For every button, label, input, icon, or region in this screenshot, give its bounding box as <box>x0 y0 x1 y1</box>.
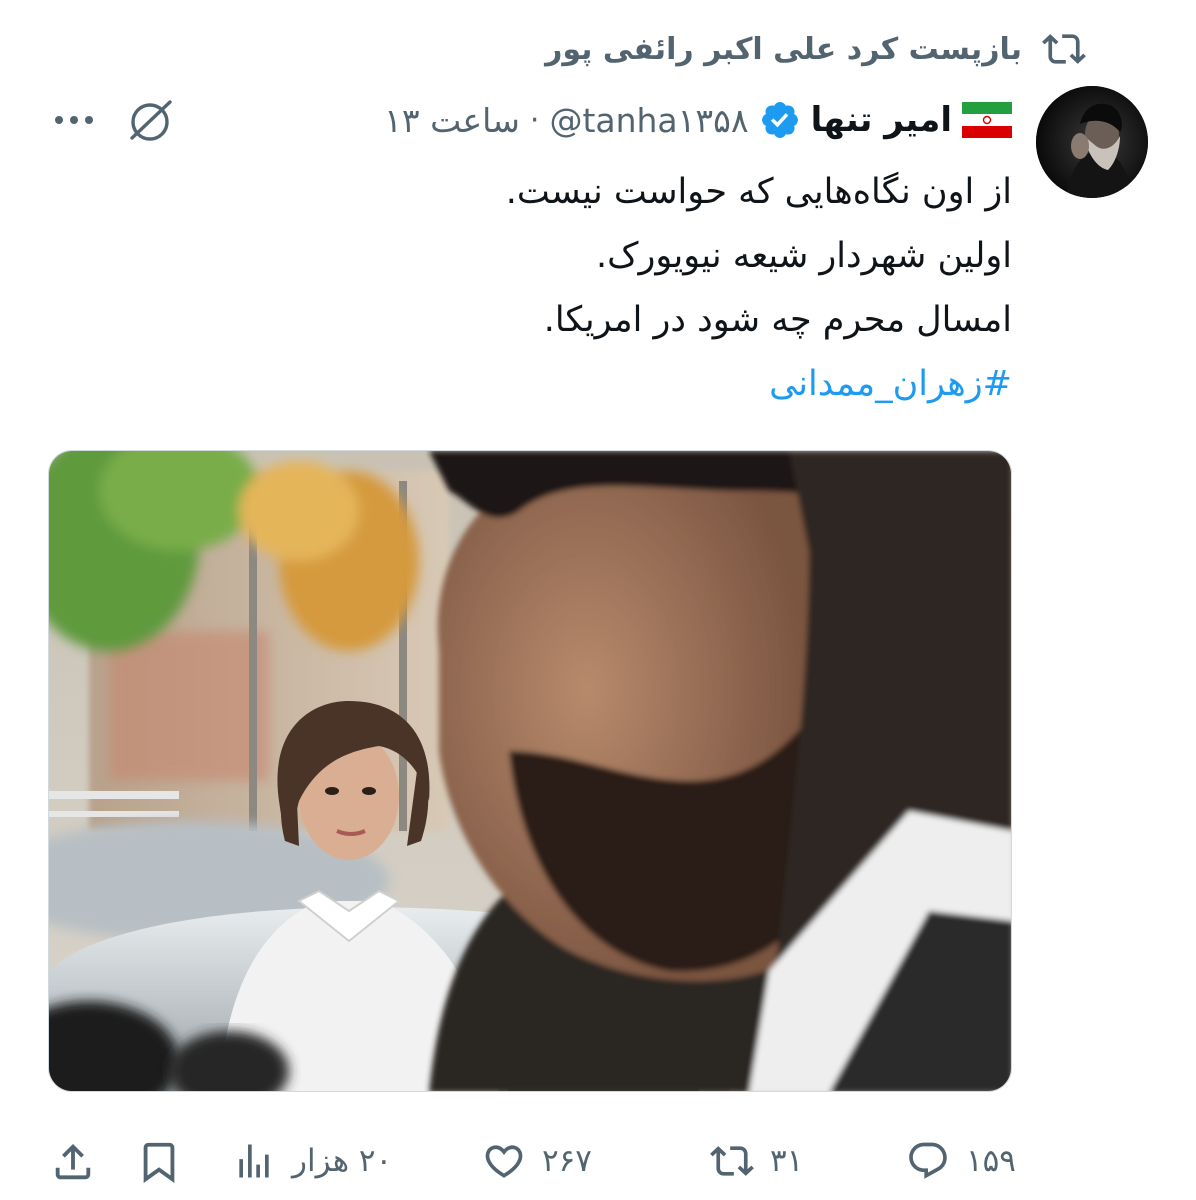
iran-flag-icon <box>962 102 1012 138</box>
retweet-icon <box>710 1146 754 1176</box>
author-name[interactable]: امیر تنها <box>811 100 952 140</box>
retweet-icon <box>1042 34 1086 64</box>
views-action[interactable]: ۲۰ هزار <box>232 1136 392 1186</box>
grok-icon[interactable] <box>122 92 178 148</box>
heart-icon <box>485 1145 523 1178</box>
retweet-action[interactable]: ۳۱ <box>710 1136 803 1186</box>
tweet-header: امیر تنها @tanha۱۳۵۸ · ساعت ۱۳ <box>384 92 1012 148</box>
like-count: ۲۶۷ <box>542 1143 592 1179</box>
retweet-count: ۳۱ <box>770 1143 804 1179</box>
tweet-line: امسال محرم چه شود در امریکا. <box>543 300 1012 340</box>
hashtag-link[interactable]: #زهران_ممدانی <box>252 352 1012 416</box>
share-icon[interactable] <box>50 1139 96 1185</box>
bookmark-icon[interactable] <box>136 1139 182 1185</box>
tweet-line: اولین شهردار شیعه نیویورک. <box>596 236 1012 276</box>
tweet-body: از اون نگاه‌هایی که حواست نیست. اولین شه… <box>252 160 1012 416</box>
author-handle[interactable]: @tanha۱۳۵۸ <box>549 101 748 140</box>
tweet-photo[interactable] <box>48 450 1012 1092</box>
reply-count: ۱۵۹ <box>966 1143 1016 1179</box>
reply-action[interactable]: ۱۵۹ <box>906 1136 1016 1186</box>
more-options-icon[interactable] <box>50 100 98 140</box>
like-action[interactable]: ۲۶۷ <box>482 1136 592 1186</box>
views-chart-icon <box>239 1144 269 1178</box>
retweet-label[interactable]: بازپست کرد علی اکبر رائفی پور <box>545 32 1022 67</box>
verified-badge-icon[interactable] <box>759 99 801 141</box>
separator-dot: · <box>529 102 540 138</box>
tweet-line: از اون نگاه‌هایی که حواست نیست. <box>505 172 1012 212</box>
reply-icon <box>909 1142 947 1179</box>
retweet-header: بازپست کرد علی اکبر رائفی پور <box>545 24 1086 74</box>
views-count: ۲۰ هزار <box>292 1143 393 1179</box>
tweet-time[interactable]: ساعت ۱۳ <box>384 101 520 140</box>
avatar[interactable] <box>1036 86 1148 198</box>
